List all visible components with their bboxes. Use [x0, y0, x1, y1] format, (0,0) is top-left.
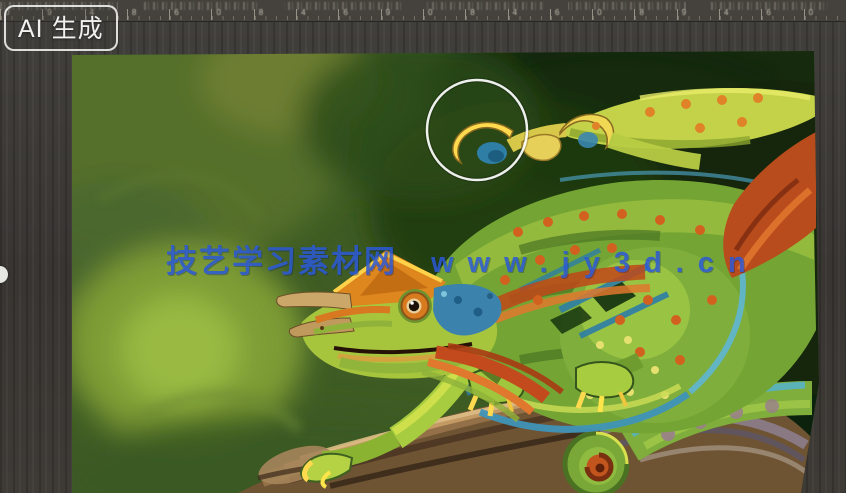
ruler-tick: 6	[761, 9, 803, 20]
ruler-tick: 4	[719, 9, 761, 20]
ruler-ticks: 09486084690846089460	[0, 9, 846, 20]
ruler-tick: 6	[169, 9, 211, 20]
editor-viewport: 09486084690846089460 AI 生成 技艺学习素材网 www.j…	[0, 0, 846, 493]
ruler-tick: 6	[338, 9, 380, 20]
ai-generated-badge: AI 生成	[4, 5, 118, 51]
ruler-tick: 4	[296, 9, 338, 20]
watermark-url: www.jy3d.cn	[431, 247, 760, 280]
ruler-tick: 0	[211, 9, 253, 20]
ruler-tick: 8	[127, 9, 169, 20]
ruler-tick: 9	[381, 9, 423, 20]
ruler-tick: 6	[550, 9, 592, 20]
ruler-tick: 0	[423, 9, 465, 20]
ruler-tick: 8	[465, 9, 507, 20]
ruler-tick: 4	[508, 9, 550, 20]
ruler-tick: 0	[804, 9, 846, 20]
watermark-site-name: 技艺学习素材网	[166, 236, 397, 281]
ruler-tick: 8	[634, 9, 676, 20]
top-ruler[interactable]: 09486084690846089460	[0, 0, 846, 22]
ruler-tick: 9	[677, 9, 719, 20]
ruler-tick: 0	[592, 9, 634, 20]
watermark: 技艺学习素材网 www.jy3d.cn	[166, 236, 760, 281]
ruler-tick: 8	[254, 9, 296, 20]
ai-generated-badge-label: AI 生成	[18, 15, 104, 43]
